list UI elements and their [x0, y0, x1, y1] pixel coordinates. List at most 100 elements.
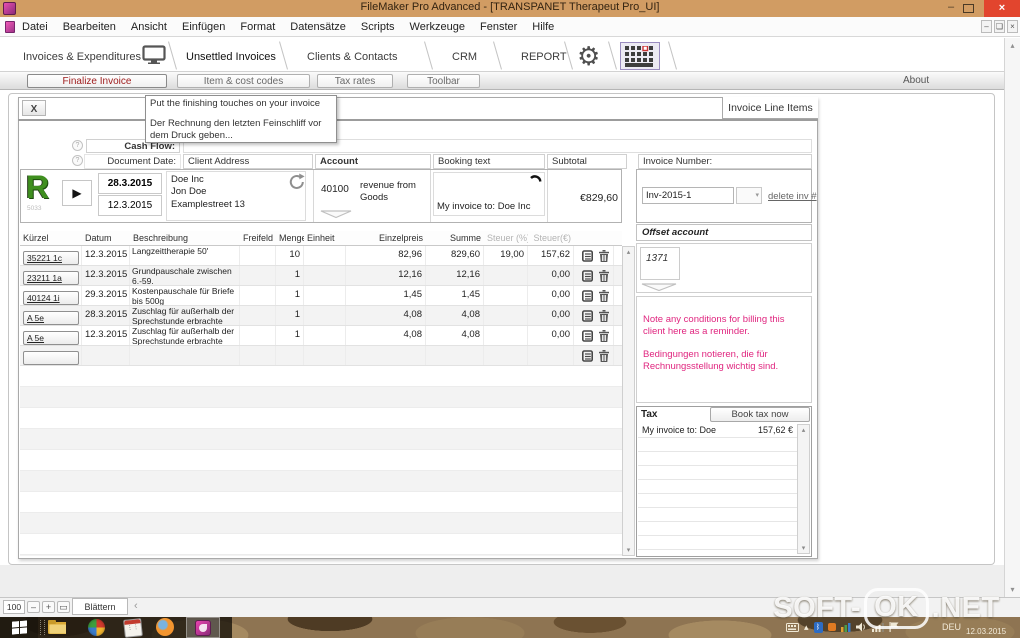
line-item-detail-icon[interactable] — [582, 269, 593, 282]
delete-line-item-icon[interactable] — [599, 329, 609, 342]
filemaker-taskbar-slot[interactable] — [186, 617, 220, 638]
line-item-detail-icon[interactable] — [582, 329, 593, 342]
table-row[interactable]: 40124 1i 29.3.2015 Kostenpauschale für B… — [20, 286, 622, 306]
menu-item-2[interactable]: Ansicht — [131, 21, 167, 33]
account-dropdown-chevron-icon[interactable] — [320, 210, 352, 219]
watermark-left: SOFT- — [773, 591, 862, 624]
tab-invoices-expenditures[interactable]: Invoices & Expenditures — [23, 51, 141, 63]
client-address-field[interactable]: Doe Inc Jon Doe Examplestreet 13 — [166, 171, 306, 221]
child-restore-button[interactable]: ❏ — [994, 20, 1005, 33]
subtab-item-cost-codes[interactable]: Item & cost codes — [177, 74, 310, 88]
table-row[interactable] — [20, 346, 622, 366]
menu-item-1[interactable]: Bearbeiten — [63, 21, 116, 33]
tab-clients-contacts[interactable]: Clients & Contacts — [307, 51, 397, 63]
play-script-button[interactable]: ▶ — [62, 180, 92, 206]
firefox-taskbar-icon[interactable] — [156, 618, 174, 636]
invoice-date-field[interactable]: 28.3.2015 — [98, 173, 162, 194]
divider — [313, 170, 314, 222]
layout-mode-button[interactable]: ▭ — [57, 601, 70, 613]
kuerzel-button[interactable]: A 5e — [23, 311, 79, 325]
invoice-number-field[interactable]: Inv-2015-1 — [642, 187, 734, 204]
address-line: Jon Doe — [171, 186, 207, 198]
windows-start-button[interactable] — [0, 617, 38, 638]
tab-report[interactable]: REPORT — [521, 51, 567, 63]
document-date-field[interactable]: 12.3.2015 — [98, 195, 162, 216]
menu-item-3[interactable]: Einfügen — [182, 21, 225, 33]
line-item-detail-icon[interactable] — [582, 249, 593, 262]
col-freifeld: Freifeld — [243, 233, 274, 243]
empty-tax-row — [638, 466, 797, 480]
subtab-finalize-invoice[interactable]: Finalize Invoice — [27, 74, 167, 88]
calendar-app-taskbar-icon[interactable]: ⋮⋮ — [123, 618, 143, 638]
delete-line-item-icon[interactable] — [599, 289, 609, 302]
delete-line-item-icon[interactable] — [599, 349, 609, 362]
menu-item-8[interactable]: Fenster — [480, 21, 517, 33]
delete-line-item-icon[interactable] — [599, 309, 609, 322]
menu-item-4[interactable]: Format — [240, 21, 275, 33]
delete-invoice-number-link[interactable]: delete inv # — [768, 191, 817, 202]
tax-scrollbar[interactable]: ▴ ▾ — [797, 424, 810, 554]
delete-line-item-icon[interactable] — [599, 269, 609, 282]
about-label[interactable]: About — [903, 75, 929, 86]
subtab-toolbar[interactable]: Toolbar — [407, 74, 480, 88]
menu-item-9[interactable]: Hilfe — [532, 21, 554, 33]
line-item-detail-icon[interactable] — [582, 309, 593, 322]
close-button[interactable]: × — [984, 0, 1020, 17]
empty-tax-row — [638, 480, 797, 494]
panel-close-button[interactable]: X — [22, 100, 46, 116]
zoom-level-field[interactable]: 100 — [3, 600, 25, 614]
document-icon — [5, 21, 15, 33]
calendar-grid-icon[interactable] — [620, 42, 660, 70]
offset-dropdown-chevron-icon[interactable] — [641, 283, 677, 292]
tax-row[interactable]: My invoice to: Doe 157,62 € — [638, 424, 797, 438]
child-minimize-button[interactable]: – — [981, 20, 992, 33]
scroll-up-icon[interactable]: ▴ — [1005, 41, 1020, 50]
empty-tax-row — [638, 494, 797, 508]
zoom-in-button[interactable]: + — [42, 601, 55, 613]
explorer-taskbar-icon[interactable] — [48, 619, 66, 636]
refresh-icon[interactable] — [288, 173, 306, 191]
help-question-icon[interactable]: ? — [72, 140, 83, 151]
menu-item-5[interactable]: Datensätze — [290, 21, 346, 33]
maximize-button[interactable] — [963, 4, 974, 13]
menu-item-0[interactable]: Datei — [22, 21, 48, 33]
table-row[interactable]: A 5e 28.3.2015 Zuschlag für außerhalb de… — [20, 306, 622, 326]
scroll-up-icon[interactable]: ▴ — [623, 248, 634, 256]
kuerzel-button[interactable]: 23211 1a — [23, 271, 79, 285]
offset-account-field[interactable]: 1371 — [640, 247, 680, 280]
tab-unsettled-invoices[interactable]: Unsettled Invoices — [186, 51, 276, 63]
billing-notes-field[interactable]: Note any conditions for billing this cli… — [636, 296, 812, 403]
gear-icon[interactable]: ⚙ — [577, 42, 600, 70]
delete-line-item-icon[interactable] — [599, 249, 609, 262]
tab-crm[interactable]: CRM — [452, 51, 477, 63]
kuerzel-button[interactable]: A 5e — [23, 331, 79, 345]
kuerzel-button[interactable]: 40124 1i — [23, 291, 79, 305]
table-scrollbar[interactable]: ▴ ▾ — [622, 246, 635, 556]
kuerzel-button[interactable] — [23, 351, 79, 365]
subtab-tax-rates[interactable]: Tax rates — [317, 74, 393, 88]
zoom-out-button[interactable]: – — [27, 601, 40, 613]
invoice-number-dropdown[interactable]: ▾ — [736, 187, 762, 204]
table-row[interactable]: 35221 1c 12.3.2015 Langzeittherapie 50' … — [20, 246, 622, 266]
kuerzel-button[interactable]: 35221 1c — [23, 251, 79, 265]
scroll-down-icon[interactable]: ▾ — [798, 544, 809, 552]
book-tax-now-button[interactable]: Book tax now — [710, 407, 810, 422]
scroll-up-icon[interactable]: ▴ — [798, 426, 809, 434]
mode-selector[interactable]: Blättern — [72, 598, 128, 615]
address-line: Examplestreet 13 — [171, 198, 245, 210]
line-item-detail-icon[interactable] — [582, 349, 593, 362]
table-row[interactable]: 23211 1a 12.3.2015 Grundpauschale zwisch… — [20, 266, 622, 286]
collapse-statusbar-icon[interactable]: ‹ — [134, 600, 138, 612]
help-question-icon[interactable]: ? — [72, 155, 83, 166]
menu-item-7[interactable]: Werkzeuge — [410, 21, 465, 33]
menu-item-6[interactable]: Scripts — [361, 21, 395, 33]
scroll-down-icon[interactable]: ▾ — [623, 546, 634, 554]
taskbar-grip[interactable] — [40, 620, 45, 635]
line-item-detail-icon[interactable] — [582, 289, 593, 302]
media-app-taskbar-icon[interactable] — [88, 619, 105, 636]
account-code-field[interactable]: 40100 — [317, 171, 359, 209]
table-row[interactable]: A 5e 12.3.2015 Zuschlag für außerhalb de… — [20, 326, 622, 346]
child-close-button[interactable]: × — [1007, 20, 1018, 33]
window-scrollbar[interactable]: ▴ ▾ — [1004, 38, 1020, 597]
minimize-button[interactable]: – — [941, 0, 961, 16]
